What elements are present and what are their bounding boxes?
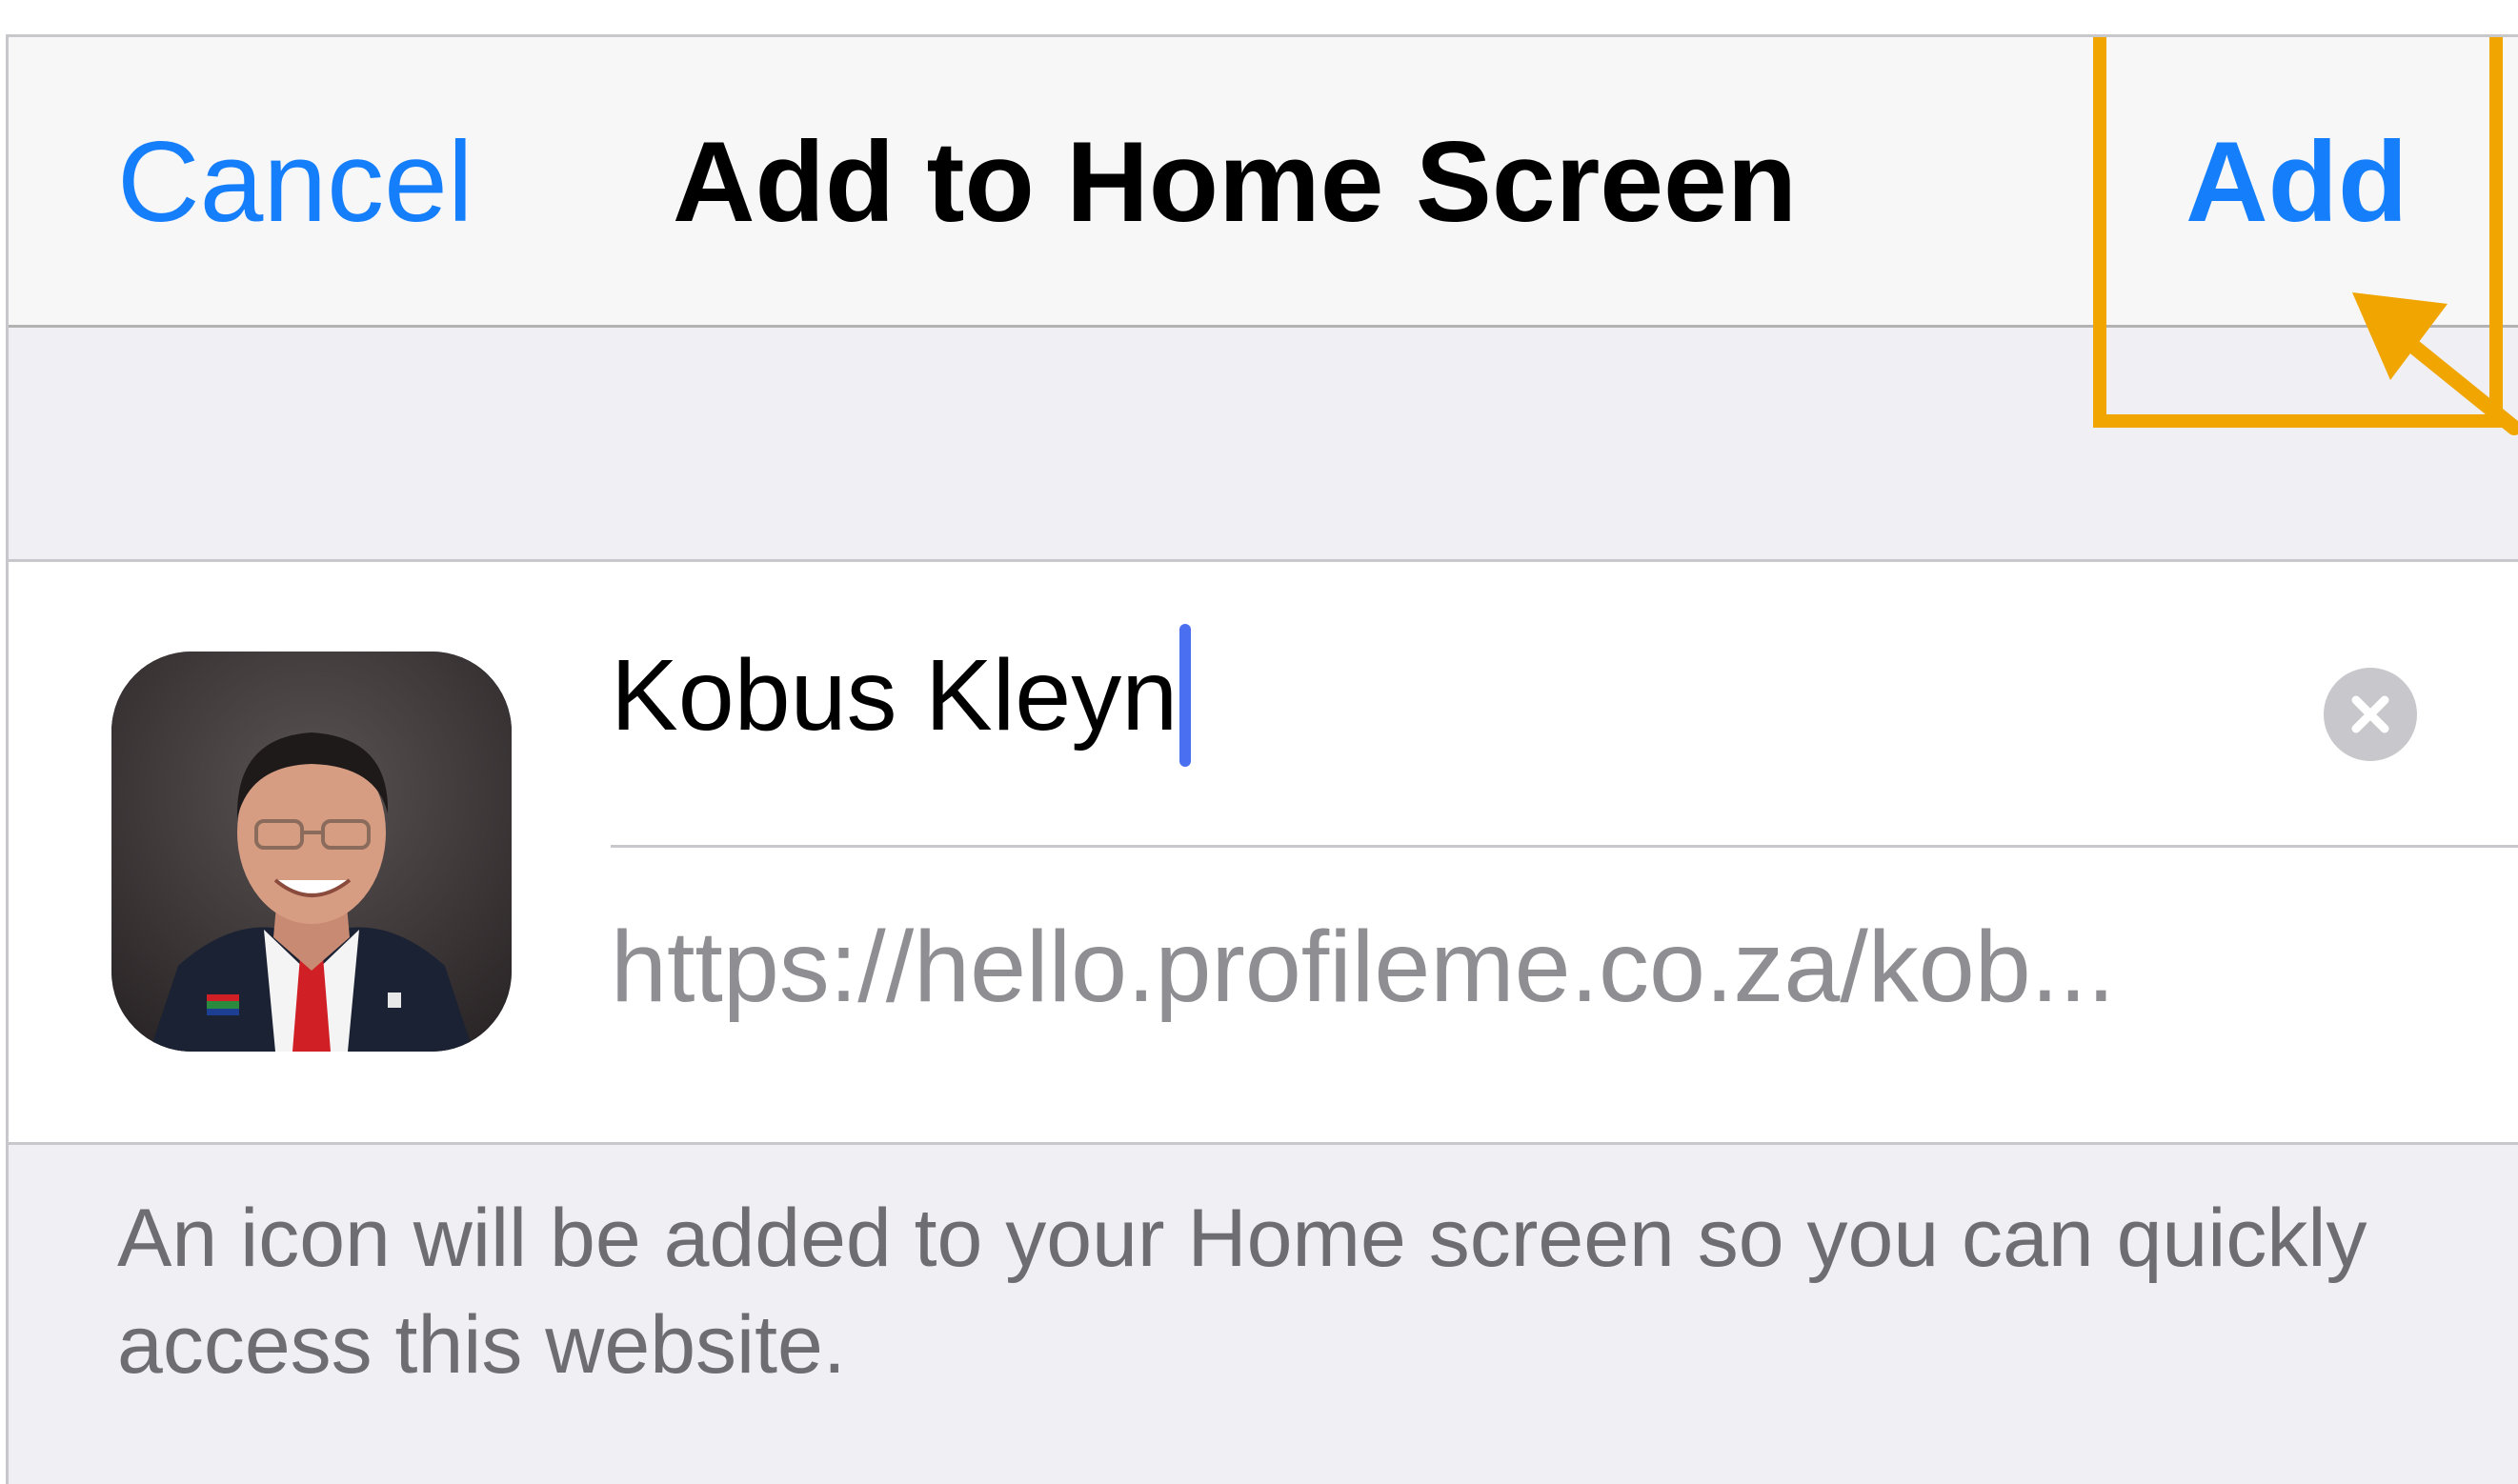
- name-field[interactable]: Kobus Kleyn: [611, 619, 1192, 772]
- add-button[interactable]: Add: [2186, 37, 2407, 328]
- clear-circle-icon: [2351, 695, 2389, 733]
- name-field-value: Kobus Kleyn: [611, 639, 1178, 752]
- page-title-text: Add to Home Screen: [672, 118, 1798, 246]
- clear-text-button[interactable]: [2324, 668, 2417, 761]
- footer-note: An icon will be added to your Home scree…: [117, 1193, 2367, 1391]
- bookmark-form-card: Kobus Kleyn https://hello.profileme.co.z…: [9, 559, 2518, 1145]
- url-field: https://hello.profileme.co.za/kob...: [611, 911, 2116, 1023]
- navigation-bar: Cancel Add to Home Screen Add: [9, 37, 2518, 328]
- add-to-home-screen-sheet: Cancel Add to Home Screen Add Kobus Kley…: [6, 34, 2518, 1484]
- text-caret: [1179, 624, 1192, 767]
- page-title: Add to Home Screen: [9, 37, 2518, 328]
- profile-photo-icon: [111, 652, 512, 1052]
- name-row: Kobus Kleyn: [611, 562, 2518, 848]
